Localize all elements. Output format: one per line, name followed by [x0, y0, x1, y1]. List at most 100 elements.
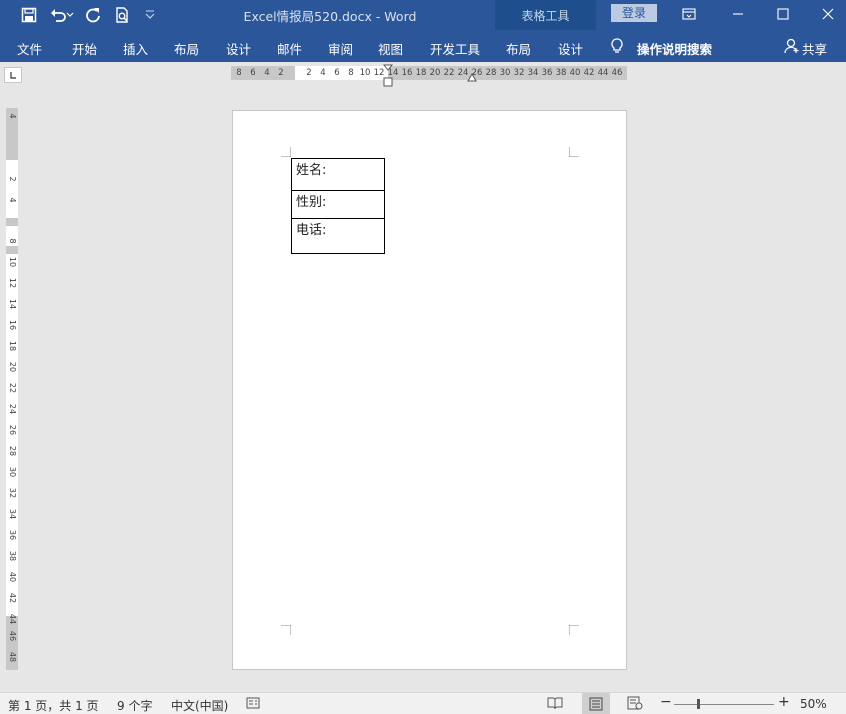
crop-mark-icon — [281, 147, 291, 157]
ruler-tick: 26 — [8, 424, 17, 436]
crop-mark-icon — [569, 147, 579, 157]
ruler-tick: 40 — [8, 571, 17, 583]
ruler-tick: 2 — [278, 68, 284, 78]
person-icon[interactable] — [784, 38, 800, 57]
ruler-tick: 16 — [401, 68, 413, 78]
tell-me-search[interactable]: 操作说明搜索 — [637, 39, 712, 58]
zoom-slider[interactable] — [674, 704, 774, 705]
document-title: Excel情报局520.docx - Word — [243, 9, 417, 24]
ruler-tick: 4 — [320, 68, 326, 78]
zoom-slider-thumb[interactable] — [697, 699, 700, 709]
ruler-tick: 14 — [8, 298, 17, 310]
ruler-tick: 8 — [8, 238, 17, 244]
close-icon[interactable] — [805, 0, 846, 28]
crop-mark-icon — [569, 625, 579, 635]
tab-developer[interactable]: 开发工具 — [430, 39, 480, 58]
ruler-tick: 30 — [499, 68, 511, 78]
macro-record-icon[interactable] — [246, 696, 260, 713]
tab-insert[interactable]: 插入 — [123, 39, 148, 58]
name-cell[interactable]: 姓名: — [291, 158, 385, 191]
print-layout-icon[interactable] — [582, 693, 610, 714]
tab-mailings[interactable]: 邮件 — [277, 39, 302, 58]
ruler-tick: 34 — [8, 508, 17, 520]
ruler-tick: 4 — [8, 197, 17, 203]
ruler-tick: 8 — [348, 68, 354, 78]
tab-home[interactable]: 开始 — [72, 39, 97, 58]
ruler-tick: 22 — [443, 68, 455, 78]
table-row: 性别: — [291, 190, 385, 219]
ruler-tick: 36 — [8, 529, 17, 541]
ruler-tick: 32 — [513, 68, 525, 78]
phone-cell[interactable]: 电话: — [291, 218, 385, 254]
table-row: 电话: — [291, 218, 385, 254]
gender-cell[interactable]: 性别: — [291, 190, 385, 219]
page-count[interactable]: 第 1 页，共 1 页 — [8, 697, 99, 714]
ruler-tick: 6 — [334, 68, 340, 78]
tab-table-layout[interactable]: 布局 — [506, 39, 531, 58]
customize-qat-icon[interactable] — [138, 3, 162, 27]
ruler-tick: 2 — [306, 68, 312, 78]
ruler-tick: 2 — [8, 176, 17, 182]
maximize-icon[interactable] — [760, 0, 806, 28]
zoom-in-icon[interactable]: + — [778, 694, 790, 710]
ruler-tick: 22 — [8, 382, 17, 394]
undo-dropdown-icon[interactable] — [64, 3, 76, 27]
ruler-tick: 12 — [8, 277, 17, 289]
ruler-tick: 40 — [569, 68, 581, 78]
print-preview-icon[interactable] — [110, 3, 134, 27]
ruler-tick: 32 — [8, 487, 17, 499]
lightbulb-icon[interactable] — [610, 38, 624, 57]
ruler-tick: 38 — [8, 550, 17, 562]
minimize-icon[interactable] — [715, 0, 761, 28]
tab-file[interactable]: 文件 — [17, 39, 42, 58]
ruler-tick: 10 — [359, 68, 371, 78]
tab-design[interactable]: 设计 — [226, 39, 251, 58]
login-button[interactable]: 登录 — [611, 4, 657, 22]
horizontal-ruler[interactable]: 8 6 4 2 2 4 6 8 10 12 14 16 18 20 22 24 26 28 30 32 34 36 38 40… — [231, 64, 627, 87]
language-indicator[interactable]: 中文(中国) — [171, 697, 228, 714]
tab-view[interactable]: 视图 — [378, 39, 403, 58]
ribbon-tabs: 文件 开始 插入 布局 设计 邮件 审阅 视图 开发工具 布局 设计 操作说明搜… — [0, 30, 846, 62]
ruler-tick: 4 — [264, 68, 270, 78]
share-button[interactable]: 共享 — [802, 39, 827, 58]
ruler-tick: 30 — [8, 466, 17, 478]
zoom-level[interactable]: 50% — [800, 697, 827, 711]
ruler-tick: 48 — [8, 651, 17, 663]
ruler-tick: 28 — [485, 68, 497, 78]
ruler-tick: 6 — [250, 68, 256, 78]
title-bar: Excel情报局520.docx - Word 表格工具 登录 — [0, 0, 846, 62]
ruler-tick: 42 — [583, 68, 595, 78]
ruler-tick: 46 — [8, 630, 17, 642]
ribbon-display-icon[interactable] — [666, 0, 712, 28]
redo-icon[interactable] — [81, 3, 105, 27]
status-bar: 第 1 页，共 1 页 9 个字 中文(中国) − + 50% — [0, 692, 846, 714]
ruler-tick: 20 — [8, 361, 17, 373]
zoom-out-icon[interactable]: − — [660, 694, 672, 710]
table-tools-label: 表格工具 — [521, 9, 570, 23]
ruler-tick: 38 — [555, 68, 567, 78]
ruler-tick: 44 — [8, 613, 17, 625]
web-layout-icon[interactable] — [627, 696, 643, 713]
tab-selector[interactable] — [4, 67, 22, 83]
vruler-white-1 — [6, 160, 18, 218]
ruler-tick: 46 — [611, 68, 623, 78]
tab-review[interactable]: 审阅 — [328, 39, 353, 58]
ruler-tick: 18 — [415, 68, 427, 78]
form-table[interactable]: 姓名: 性别: 电话: — [291, 158, 385, 254]
tab-layout[interactable]: 布局 — [174, 39, 199, 58]
ruler-tick: 20 — [429, 68, 441, 78]
read-mode-icon[interactable] — [547, 696, 563, 713]
right-indent-icon[interactable] — [467, 72, 477, 82]
word-count[interactable]: 9 个字 — [117, 697, 152, 714]
ruler-tick: 10 — [8, 256, 17, 268]
indent-marker-icon[interactable] — [383, 64, 393, 88]
vertical-ruler[interactable]: 4 2 4 8 10 12 14 16 18 20 22 24 26 28 30 32 34 36 38 40 42 44… — [6, 108, 18, 670]
ruler-tick: 44 — [597, 68, 609, 78]
ruler-tick: 24 — [8, 403, 17, 415]
ruler-tick: 42 — [8, 592, 17, 604]
save-icon[interactable] — [17, 3, 41, 27]
ruler-tick: 18 — [8, 340, 17, 352]
table-row: 姓名: — [291, 158, 385, 191]
ruler-tick: 8 — [236, 68, 242, 78]
tab-table-design[interactable]: 设计 — [558, 39, 583, 58]
